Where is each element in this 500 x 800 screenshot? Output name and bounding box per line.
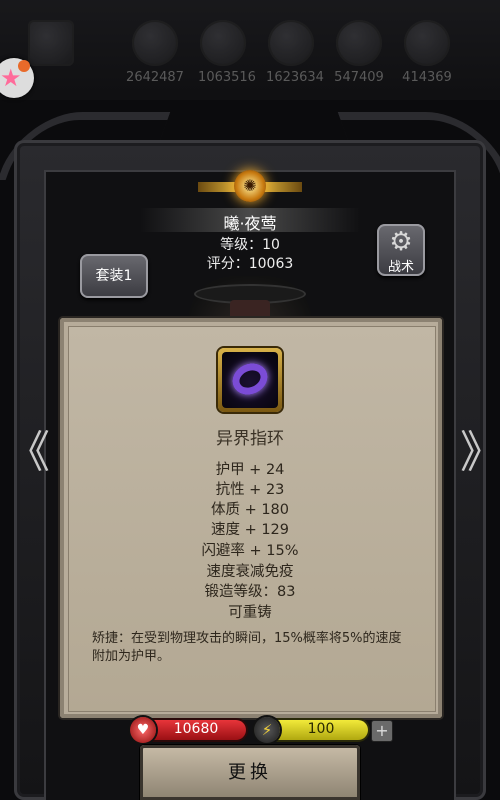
- sun-emblem-icon: ✺: [198, 170, 302, 204]
- ring-icon: [222, 352, 278, 408]
- top-stat-value: 1063516: [198, 70, 256, 85]
- item-name: 异界指环: [216, 429, 284, 449]
- resource-orb-icon: [404, 20, 450, 66]
- resource-orb-icon: [200, 20, 246, 66]
- item-stat: 护甲 + 24: [215, 462, 285, 478]
- energy-value: 100: [307, 721, 335, 737]
- gear-icon: ⚙: [389, 227, 413, 257]
- item-stat: 速度衰减免疫: [206, 564, 294, 580]
- item-stat: 速度 + 129: [210, 522, 290, 538]
- add-energy-button[interactable]: +: [372, 721, 392, 741]
- item-stat: 抗性 + 23: [215, 482, 285, 498]
- item-icon-frame[interactable]: [218, 348, 282, 412]
- top-stat-value: 547409: [334, 70, 384, 85]
- suit-set-button[interactable]: 套装1: [80, 254, 148, 298]
- replace-button[interactable]: 更换: [140, 745, 360, 800]
- top-stat-value: 1623634: [266, 70, 324, 85]
- item-stat: 闪避率 + 15%: [201, 543, 299, 559]
- top-stat-value: 414369: [402, 70, 452, 85]
- resource-orb-icon: [132, 20, 178, 66]
- prev-arrow-button[interactable]: 《: [6, 430, 50, 478]
- top-stat-value: 2642487: [126, 70, 184, 85]
- next-arrow-button[interactable]: 》: [460, 430, 500, 478]
- locked-slot-icon: [28, 20, 74, 66]
- tactic-button[interactable]: ⚙ 战术: [377, 224, 425, 276]
- hp-value: 10680: [173, 721, 219, 737]
- item-stat: 可重铸: [228, 605, 272, 621]
- hero-name: 曦·夜莺: [223, 214, 277, 233]
- resource-orb-icon: [336, 20, 382, 66]
- item-description: 矫捷：在受到物理攻击的瞬间，15%概率将5%的速度附加为护甲。: [92, 631, 402, 664]
- resource-orb-icon: [268, 20, 314, 66]
- hero-score: 评分：10063: [206, 256, 294, 272]
- item-stat: 锻造等级：83: [204, 584, 296, 600]
- notification-dot: [18, 60, 30, 72]
- item-stat: 体质 + 180: [210, 502, 290, 518]
- hero-level: 等级：10: [220, 237, 280, 253]
- tactic-label: 战术: [387, 260, 414, 275]
